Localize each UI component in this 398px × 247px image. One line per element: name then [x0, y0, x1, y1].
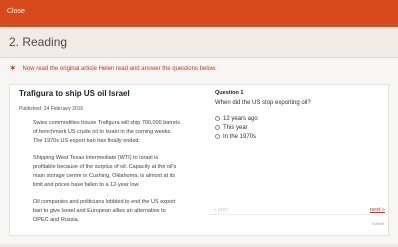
question-number: Question 1 — [215, 90, 244, 96]
submit-button[interactable]: Submit — [372, 221, 384, 226]
article-title: Trafigura to ship US oil Israel — [19, 89, 130, 98]
article-paragraph: Shipping West Texas Intermediate (WTI) t… — [33, 155, 177, 188]
radio-button[interactable] — [215, 134, 220, 139]
divider — [209, 214, 387, 215]
star-icon: ✶ — [9, 63, 17, 73]
instruction: ✶ Now read the original article Helen re… — [9, 64, 217, 73]
answer-option[interactable]: In the 1970s — [215, 133, 385, 140]
article: Trafigura to ship US oil Israel Publishe… — [19, 89, 197, 233]
article-published-date: Published: 24 February 2016 — [19, 106, 84, 112]
answer-option[interactable]: 12 years ago — [215, 115, 385, 122]
instruction-text: Now read the original article Helen read… — [22, 65, 217, 72]
next-link[interactable]: next » — [370, 207, 385, 213]
page-title: 2. Reading — [9, 35, 68, 49]
top-bar: Close — [0, 0, 398, 27]
prev-link[interactable]: « prev — [214, 207, 228, 213]
question-text: When did the US stop exporting oil? — [215, 100, 311, 106]
answer-option-label[interactable]: 12 years ago — [223, 116, 258, 122]
answer-option-label[interactable]: In the 1970s — [223, 134, 256, 140]
radio-button[interactable] — [215, 116, 220, 121]
answer-option-label[interactable]: This year — [223, 125, 248, 131]
question-panel: Question 1 When did the US stop exportin… — [215, 90, 385, 142]
radio-button[interactable] — [215, 125, 220, 130]
answer-option[interactable]: This year — [215, 124, 385, 131]
article-paragraph: Swiss commodities house Trafigura will s… — [33, 120, 181, 144]
article-paragraph: Oil companies and politicians lobbied to… — [33, 199, 176, 223]
close-link[interactable]: Close — [7, 8, 25, 15]
